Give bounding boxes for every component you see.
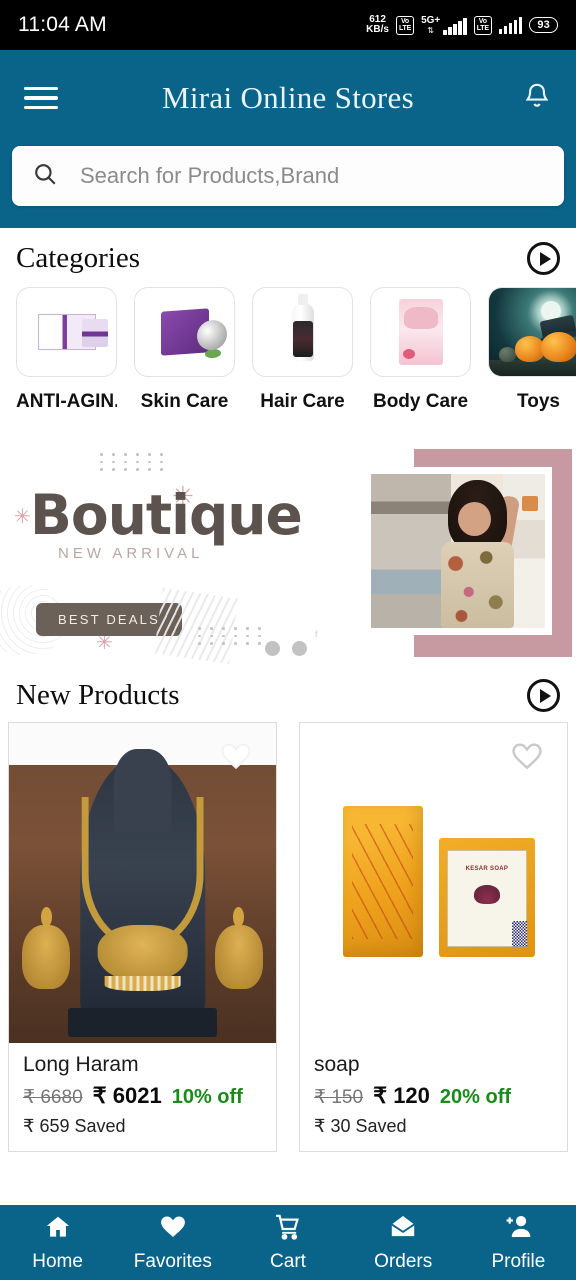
carousel-page-dots[interactable] — [265, 641, 307, 656]
product-price-row: ₹ 6680 ₹ 6021 10% off — [23, 1083, 262, 1109]
nav-label: Orders — [374, 1250, 433, 1272]
categories-next-button[interactable] — [527, 242, 560, 275]
home-icon — [43, 1213, 73, 1246]
status-bar-clock: 11:04 AM — [18, 13, 107, 36]
banner-social-icons: f — [315, 629, 324, 639]
search-container — [0, 146, 576, 206]
product-price-row: ₹ 150 ₹ 120 20% off — [314, 1083, 553, 1109]
search-bar[interactable] — [12, 146, 564, 206]
category-label: Skin Care — [140, 391, 229, 412]
product-new-price: ₹ 120 — [373, 1083, 430, 1108]
product-new-price: ₹ 6021 — [92, 1083, 162, 1108]
banner-model-photo — [364, 467, 552, 635]
new-products-grid: Long Haram ₹ 6680 ₹ 6021 10% off ₹ 659 S… — [0, 722, 576, 1152]
signal-group-sim1: 5G+ ⇅ — [421, 14, 467, 35]
banner-flower-icon: ✳ — [14, 506, 31, 528]
new-products-next-button[interactable] — [527, 679, 560, 712]
banner-dot-grid-decor — [198, 627, 265, 645]
categories-title: Categories — [16, 242, 141, 274]
product-details: soap ₹ 150 ₹ 120 20% off ₹ 30 Saved — [300, 1043, 567, 1151]
category-label: ANTI-AGIN... — [16, 391, 117, 412]
nav-label: Profile — [491, 1250, 546, 1272]
category-label: Body Care — [372, 391, 469, 412]
bottom-navigation-bar: Home Favorites Cart Orders Profile — [0, 1205, 576, 1280]
page-title: Mirai Online Stores — [162, 80, 414, 115]
new-products-title: New Products — [16, 679, 180, 711]
product-details: Long Haram ₹ 6680 ₹ 6021 10% off ₹ 659 S… — [9, 1043, 276, 1151]
nav-label: Cart — [270, 1250, 306, 1272]
product-discount-badge: 20% off — [439, 1086, 512, 1108]
search-input[interactable] — [80, 163, 544, 189]
volte-icon-sim1: Vo LTE — [395, 15, 415, 35]
category-thumbnail — [134, 287, 235, 377]
category-item-hair-care[interactable]: Hair Care — [252, 287, 353, 413]
envelope-icon — [388, 1213, 418, 1246]
product-name: Long Haram — [23, 1053, 139, 1076]
product-savings: ₹ 659 Saved — [23, 1116, 126, 1136]
notification-bell-icon[interactable] — [522, 80, 552, 117]
nav-label: Favorites — [133, 1250, 212, 1272]
promo-banner-carousel[interactable]: ✳ ✳ ✳ Boutique NEW ARRIVAL BEST DEALS f — [0, 435, 576, 665]
categories-list[interactable]: ANTI-AGIN... Skin Care Hair Care Body Ca… — [0, 279, 576, 413]
nav-item-favorites[interactable]: Favorites — [115, 1213, 230, 1273]
nav-item-orders[interactable]: Orders — [346, 1213, 461, 1273]
product-card[interactable]: soap ₹ 150 ₹ 120 20% off ₹ 30 Saved — [299, 722, 568, 1152]
banner-dot-grid-decor — [100, 453, 167, 471]
search-icon — [32, 161, 58, 192]
category-label: Toys — [517, 391, 560, 412]
status-bar-icons: 612 KB/s Vo LTE 5G+ ⇅ Vo LTE 93 — [366, 15, 558, 35]
volte-icon-sim2: Vo LTE — [473, 15, 492, 35]
product-old-price: ₹ 150 — [314, 1087, 364, 1108]
product-card[interactable]: Long Haram ₹ 6680 ₹ 6021 10% off ₹ 659 S… — [8, 722, 277, 1152]
app-header: Mirai Online Stores — [0, 50, 576, 228]
category-item-body-care[interactable]: Body Care — [370, 287, 471, 413]
categories-header: Categories — [0, 228, 576, 279]
heart-icon[interactable] — [509, 739, 545, 778]
category-label: Hair Care — [260, 391, 345, 412]
category-item-anti-aging[interactable]: ANTI-AGIN... — [16, 287, 117, 413]
product-name: soap — [314, 1053, 360, 1076]
banner-subtitle: NEW ARRIVAL — [58, 545, 204, 562]
hamburger-menu-icon[interactable] — [24, 81, 58, 116]
battery-indicator: 93 — [529, 16, 558, 34]
product-savings: ₹ 30 Saved — [314, 1116, 407, 1136]
nav-label: Home — [32, 1250, 83, 1272]
heart-icon[interactable] — [218, 739, 254, 778]
new-products-header: New Products — [0, 665, 576, 716]
product-image — [9, 723, 276, 1043]
network-type-label: 5G+ — [421, 14, 441, 26]
heart-icon — [158, 1213, 188, 1246]
banner-flower-icon: ✳ — [96, 632, 113, 654]
product-discount-badge: 10% off — [171, 1086, 243, 1108]
banner-leaf-decor — [153, 588, 239, 664]
category-thumbnail — [16, 287, 117, 377]
product-old-price: ₹ 6680 — [23, 1087, 83, 1108]
data-rate-unit: KB/s — [366, 24, 389, 35]
add-person-icon — [502, 1213, 534, 1246]
data-arrows-icon: ⇅ — [427, 25, 434, 35]
category-thumbnail — [370, 287, 471, 377]
nav-item-home[interactable]: Home — [0, 1213, 115, 1273]
shopping-cart-icon — [273, 1213, 303, 1246]
nav-item-cart[interactable]: Cart — [230, 1213, 345, 1273]
status-bar: 11:04 AM 612 KB/s Vo LTE 5G+ ⇅ Vo LTE 93 — [0, 0, 576, 50]
category-thumbnail — [252, 287, 353, 377]
product-image — [300, 723, 567, 1043]
banner-headline: Boutique — [30, 483, 303, 547]
banner-left-content: ✳ ✳ ✳ Boutique NEW ARRIVAL BEST DEALS — [0, 435, 357, 665]
category-item-skin-care[interactable]: Skin Care — [134, 287, 235, 413]
category-thumbnail — [488, 287, 576, 377]
data-rate-indicator: 612 KB/s — [366, 15, 389, 35]
signal-bars-icon-sim1 — [443, 17, 467, 35]
nav-item-profile[interactable]: Profile — [461, 1213, 576, 1273]
category-item-toys[interactable]: Toys — [488, 287, 576, 413]
signal-bars-icon-sim2 — [498, 16, 523, 34]
